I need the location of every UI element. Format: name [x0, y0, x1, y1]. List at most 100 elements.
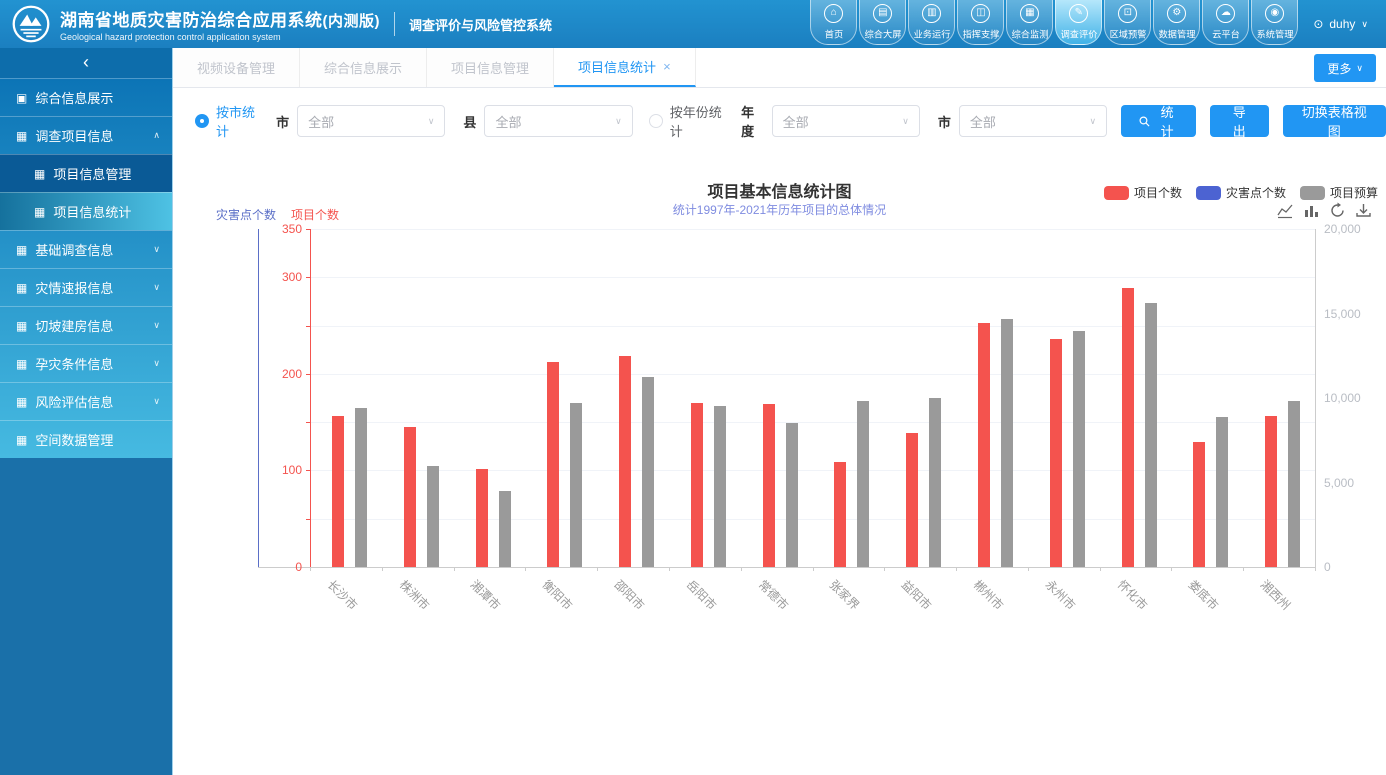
x-axis-label-怀化市: 怀化市 [1114, 576, 1151, 613]
bar-项目个数-株洲市[interactable] [404, 427, 416, 567]
user-menu[interactable]: ⊙ duhy ∨ [1313, 17, 1368, 31]
bar-项目预算-岳阳市[interactable] [714, 406, 726, 567]
nav-item-综合大屏[interactable]: ▤综合大屏 [859, 0, 906, 45]
nav-item-系统管理[interactable]: ◉系统管理 [1251, 0, 1298, 45]
bar-项目个数-湘西州[interactable] [1265, 416, 1277, 567]
sidebar-subitem-项目信息统计[interactable]: ▦项目信息统计 [0, 192, 172, 230]
bar-项目个数-益阳市[interactable] [906, 433, 918, 567]
sidebar-item-孕灾条件信息[interactable]: ▦孕灾条件信息∨ [0, 344, 172, 382]
bar-chart-icon[interactable] [1303, 202, 1320, 219]
sidebar-item-调查项目信息[interactable]: ▦调查项目信息∧ [0, 116, 172, 154]
sidebar-item-风险评估信息[interactable]: ▦风险评估信息∨ [0, 382, 172, 420]
bar-项目个数-岳阳市[interactable] [691, 403, 703, 567]
tab-项目信息管理[interactable]: 项目信息管理 [427, 48, 554, 87]
line-chart-icon[interactable] [1277, 202, 1294, 219]
export-button[interactable]: 导出 [1210, 105, 1269, 137]
sidebar-item-切坡建房信息[interactable]: ▦切坡建房信息∨ [0, 306, 172, 344]
bar-项目个数-郴州市[interactable] [978, 323, 990, 567]
big-screen-icon: ▤ [873, 4, 892, 23]
bar-项目预算-湘潭市[interactable] [499, 491, 511, 567]
tab-视频设备管理[interactable]: 视频设备管理 [173, 48, 300, 87]
x-axis-label-常德市: 常德市 [755, 576, 792, 613]
bar-项目个数-衡阳市[interactable] [547, 362, 559, 567]
left-axis-tick [306, 374, 310, 375]
bar-项目预算-永州市[interactable] [1073, 331, 1085, 567]
sidebar-item-基础调查信息[interactable]: ▦基础调查信息∨ [0, 230, 172, 268]
stat-button[interactable]: 统计 [1121, 105, 1196, 137]
radio-by-city[interactable]: 按市统计 [195, 102, 258, 140]
nav-item-label: 数据管理 [1158, 27, 1195, 41]
bar-项目个数-张家界[interactable] [834, 462, 846, 567]
bar-项目预算-邵阳市[interactable] [642, 377, 654, 567]
table-icon: ▦ [16, 357, 27, 371]
sidebar-collapse-button[interactable]: ‹ [0, 48, 172, 78]
sidebar-item-空间数据管理[interactable]: ▦空间数据管理 [0, 420, 172, 458]
right-axis-line [1315, 229, 1316, 567]
x-axis-label-郴州市: 郴州市 [970, 576, 1007, 613]
app-title-text: 湖南省地质灾害防治综合应用系统 [60, 11, 323, 30]
nav-item-综合监测[interactable]: ▦综合监测 [1006, 0, 1053, 45]
year-select[interactable]: 全部 ∨ [772, 105, 920, 137]
tab-项目信息统计[interactable]: 项目信息统计× [554, 48, 696, 87]
nav-item-云平台[interactable]: ☁云平台 [1202, 0, 1249, 45]
x-axis-label-永州市: 永州市 [1042, 576, 1079, 613]
restore-icon[interactable] [1329, 202, 1346, 219]
nav-item-业务运行[interactable]: ▥业务运行 [908, 0, 955, 45]
county-select[interactable]: 全部 ∨ [484, 105, 632, 137]
legend-item-项目个数[interactable]: 项目个数 [1104, 184, 1182, 201]
bar-项目预算-娄底市[interactable] [1216, 417, 1228, 567]
bar-项目个数-怀化市[interactable] [1122, 288, 1134, 567]
bar-项目预算-怀化市[interactable] [1145, 303, 1157, 567]
bar-项目预算-衡阳市[interactable] [570, 403, 582, 567]
chevron-down-icon: ∨ [1361, 19, 1368, 30]
nav-item-指挥支撑[interactable]: ◫指挥支撑 [957, 0, 1004, 45]
sidebar-subitem-项目信息管理[interactable]: ▦项目信息管理 [0, 154, 172, 192]
city2-select[interactable]: 全部 ∨ [959, 105, 1107, 137]
nav-item-label: 系统管理 [1256, 27, 1293, 41]
survey-evaluation-icon: ✎ [1069, 4, 1088, 23]
county-label: 县 [463, 112, 476, 131]
x-axis-tick [884, 567, 885, 571]
bar-项目个数-永州市[interactable] [1050, 339, 1062, 567]
nav-item-数据管理[interactable]: ⚙数据管理 [1153, 0, 1200, 45]
bar-项目预算-湘西州[interactable] [1288, 401, 1300, 567]
tab-label: 综合信息展示 [324, 58, 402, 77]
city-select[interactable]: 全部 ∨ [297, 105, 445, 137]
x-axis-line [258, 567, 1316, 568]
legend-swatch [1104, 186, 1129, 200]
left-axis-tick-label: 0 [256, 560, 302, 574]
chevron-down-icon: ∨ [153, 358, 160, 369]
bar-项目预算-常德市[interactable] [786, 423, 798, 567]
bar-项目预算-郴州市[interactable] [1001, 319, 1013, 567]
sidebar-item-label: 切坡建房信息 [35, 316, 113, 335]
sidebar-item-灾情速报信息[interactable]: ▦灾情速报信息∨ [0, 268, 172, 306]
bar-项目个数-常德市[interactable] [763, 404, 775, 567]
legend-label: 项目预算 [1330, 184, 1378, 201]
bar-项目预算-长沙市[interactable] [355, 408, 367, 567]
bar-项目个数-邵阳市[interactable] [619, 356, 631, 567]
nav-item-label: 首页 [825, 27, 843, 41]
nav-item-首页[interactable]: ⌂首页 [810, 0, 857, 45]
sidebar-item-综合信息展示[interactable]: ▣综合信息展示 [0, 78, 172, 116]
bar-项目个数-湘潭市[interactable] [476, 469, 488, 567]
bar-项目个数-长沙市[interactable] [332, 416, 344, 567]
legend-item-项目预算[interactable]: 项目预算 [1300, 184, 1378, 201]
bar-项目预算-张家界[interactable] [857, 401, 869, 567]
bar-项目预算-株洲市[interactable] [427, 466, 439, 567]
legend-item-灾害点个数[interactable]: 灾害点个数 [1196, 184, 1286, 201]
right-axis-tick-label: 0 [1324, 560, 1331, 574]
bar-项目预算-益阳市[interactable] [929, 398, 941, 567]
close-icon[interactable]: × [663, 59, 671, 74]
x-axis-tick [525, 567, 526, 571]
x-axis-tick [813, 567, 814, 571]
nav-item-调查评价[interactable]: ✎调查评价 [1055, 0, 1102, 45]
toggle-table-view-button[interactable]: 切换表格视图 [1283, 105, 1386, 137]
download-icon[interactable] [1355, 202, 1372, 219]
nav-item-区域预警[interactable]: ⊡区域预警 [1104, 0, 1151, 45]
more-button[interactable]: 更多 ∨ [1314, 54, 1376, 82]
year-select-value: 全部 [783, 112, 809, 131]
bar-项目个数-娄底市[interactable] [1193, 442, 1205, 567]
radio-by-year[interactable]: 按年份统计 [649, 102, 723, 140]
left-axis-line [310, 229, 311, 567]
tab-综合信息展示[interactable]: 综合信息展示 [300, 48, 427, 87]
